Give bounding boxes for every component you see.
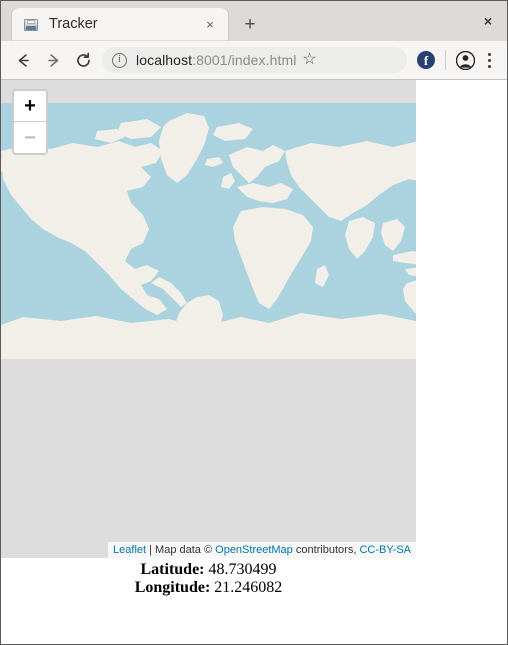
reload-icon[interactable] [68, 46, 98, 74]
latitude-label: Latitude: [140, 561, 205, 578]
zoom-in-button[interactable]: + [14, 91, 46, 122]
forward-icon[interactable] [38, 46, 68, 74]
browser-toolbar: i localhost:8001/index.html ☆ f [1, 41, 507, 80]
account-avatar-icon[interactable] [452, 47, 478, 73]
map-tile-layer [1, 103, 416, 359]
tab-title: Tracker [49, 17, 98, 32]
longitude-label: Longitude: [134, 579, 211, 596]
window-close-icon[interactable]: × [475, 9, 501, 33]
fedora-extension-icon[interactable]: f [413, 47, 439, 73]
toolbar-divider [445, 50, 446, 70]
bookmark-star-icon[interactable]: ☆ [297, 52, 323, 68]
attribution-separator: | [146, 544, 156, 556]
url-host: localhost [136, 52, 193, 68]
address-bar[interactable]: i localhost:8001/index.html ☆ [102, 47, 407, 73]
url-path: :8001/index.html [192, 52, 297, 68]
back-icon[interactable] [8, 46, 38, 74]
tab-strip: Tracker × + × [1, 1, 507, 41]
leaflet-link[interactable]: Leaflet [113, 544, 146, 556]
new-tab-button[interactable]: + [234, 9, 266, 39]
map-attribution: Leaflet | Map data © OpenStreetMap contr… [108, 542, 416, 558]
latitude-value: 48.730499 [208, 561, 277, 578]
longitude-line: Longitude: 21.246082 [1, 579, 416, 597]
site-info-icon[interactable]: i [112, 52, 127, 68]
tab-tracker[interactable]: Tracker × [12, 8, 228, 41]
longitude-value: 21.246082 [214, 579, 283, 596]
leaflet-map[interactable]: + − Leaflet | Map data © OpenStreetMap c… [1, 80, 416, 558]
page-content: + − Leaflet | Map data © OpenStreetMap c… [1, 80, 507, 644]
latitude-line: Latitude: 48.730499 [1, 561, 416, 579]
zoom-out-button[interactable]: − [14, 122, 46, 153]
attribution-contributors: contributors, [292, 544, 360, 556]
app-floppy-icon [23, 17, 39, 33]
attribution-mapdata: Map data © [155, 544, 216, 556]
coordinates-readout: Latitude: 48.730499 Longitude: 21.246082 [1, 561, 416, 597]
map-zoom-controls[interactable]: + − [12, 89, 48, 155]
tab-close-icon[interactable]: × [200, 15, 220, 35]
openstreetmap-link[interactable]: OpenStreetMap [215, 544, 293, 556]
browser-window: Tracker × + × i localhost:8001/index.htm… [0, 0, 508, 645]
browser-menu-icon[interactable] [478, 47, 500, 73]
url-text: localhost:8001/index.html [136, 52, 297, 68]
license-link[interactable]: CC-BY-SA [359, 544, 411, 556]
